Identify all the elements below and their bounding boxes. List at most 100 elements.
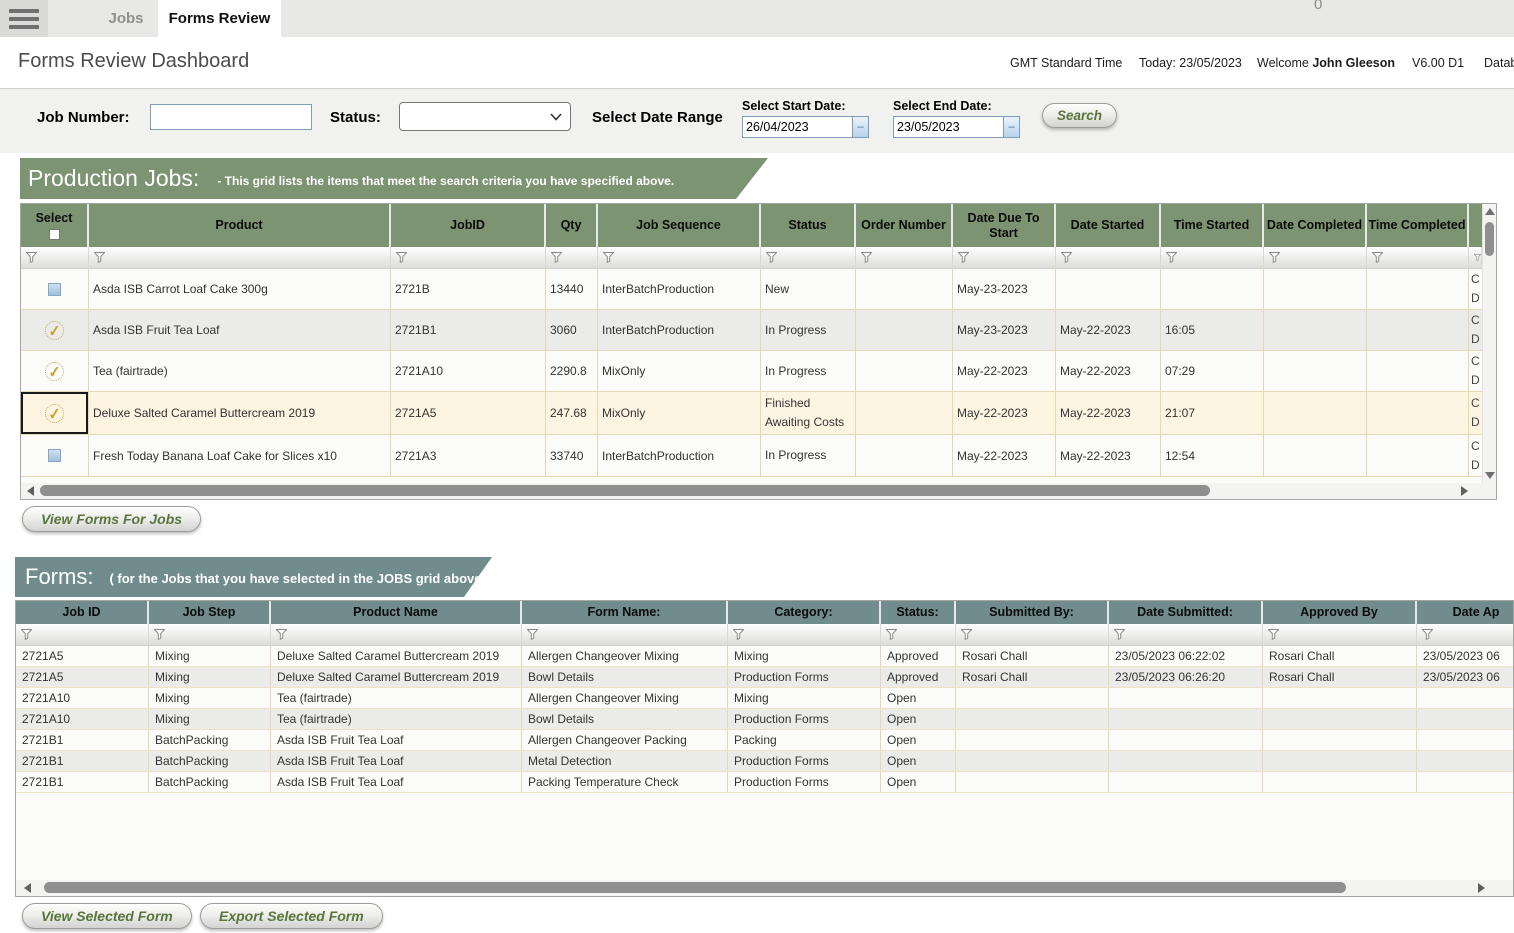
filter-cell[interactable] [598, 247, 761, 268]
row-checkbox-unchecked[interactable] [48, 283, 61, 296]
filter-funnel-icon [958, 252, 969, 263]
scroll-down-arrow[interactable] [1485, 472, 1495, 479]
filter-cell[interactable] [956, 624, 1109, 645]
filter-cell[interactable] [728, 624, 881, 645]
column-header-date-completed[interactable]: Date Completed [1264, 204, 1367, 247]
filter-cell[interactable] [546, 247, 598, 268]
select-cell[interactable] [21, 435, 89, 476]
column-header-form-name[interactable]: Form Name: [522, 601, 728, 624]
table-row[interactable]: ✓Asda ISB Fruit Tea Loaf2721B13060InterB… [21, 310, 1496, 351]
column-header-job-step[interactable]: Job Step [149, 601, 271, 624]
view-forms-for-jobs-button[interactable]: View Forms For Jobs [22, 506, 201, 532]
cell-date-due-to-start: May-23-2023 [953, 310, 1056, 350]
scroll-left-arrow[interactable] [24, 883, 31, 893]
table-row[interactable]: Asda ISB Carrot Loaf Cake 300g2721B13440… [21, 269, 1496, 310]
scroll-right-arrow[interactable] [1478, 883, 1485, 893]
column-header-submitted-by[interactable]: Submitted By: [956, 601, 1109, 624]
view-selected-form-button[interactable]: View Selected Form [22, 903, 192, 929]
horizontal-scroll-thumb[interactable] [44, 882, 1346, 893]
column-header-status[interactable]: Status [761, 204, 856, 247]
column-header-qty[interactable]: Qty [546, 204, 598, 247]
filter-cell[interactable] [522, 624, 728, 645]
start-date-input[interactable] [742, 116, 852, 138]
column-header-status[interactable]: Status: [881, 601, 956, 624]
filter-cell[interactable] [271, 624, 522, 645]
table-row[interactable]: 2721B1BatchPackingAsda ISB Fruit Tea Loa… [16, 730, 1513, 751]
column-header-product[interactable]: Product [89, 204, 391, 247]
cell-date-approved [1417, 751, 1514, 771]
table-row[interactable]: 2721A5MixingDeluxe Salted Caramel Butter… [16, 667, 1513, 688]
status-dropdown[interactable] [399, 102, 571, 131]
vertical-scroll-thumb[interactable] [1485, 222, 1494, 256]
jobs-horizontal-scrollbar[interactable] [21, 483, 1496, 499]
table-row[interactable]: ✓Tea (fairtrade)2721A102290.8MixOnlyIn P… [21, 351, 1496, 392]
forms-horizontal-scrollbar[interactable] [16, 880, 1513, 896]
scroll-right-arrow[interactable] [1461, 486, 1468, 496]
column-header-date-submitted[interactable]: Date Submitted: [1109, 601, 1263, 624]
table-row[interactable]: ✓Deluxe Salted Caramel Buttercream 20192… [21, 392, 1496, 435]
column-header-jobid[interactable]: JobID [391, 204, 546, 247]
tab-forms-review[interactable]: Forms Review [158, 0, 281, 37]
cell-product: Asda ISB Carrot Loaf Cake 300g [89, 269, 391, 309]
filter-cell[interactable] [89, 247, 391, 268]
select-cell[interactable]: ✓ [21, 351, 89, 391]
cell-clipped-column: CD [1469, 269, 1482, 309]
row-checkbox-unchecked[interactable] [48, 449, 61, 462]
select-all-checkbox[interactable] [49, 229, 60, 240]
filter-cell[interactable] [391, 247, 546, 268]
cell-product-name: Tea (fairtrade) [271, 709, 522, 729]
filter-cell[interactable] [1056, 247, 1161, 268]
filter-cell[interactable] [953, 247, 1056, 268]
scroll-up-arrow[interactable] [1485, 208, 1495, 215]
column-header-job-id[interactable]: Job ID [16, 601, 149, 624]
end-date-picker-button[interactable]: – [1003, 116, 1020, 138]
column-header-category[interactable]: Category: [728, 601, 881, 624]
end-date-input[interactable] [893, 116, 1003, 138]
column-header-date-ap[interactable]: Date Ap [1417, 601, 1514, 624]
cell-date-completed [1264, 269, 1367, 309]
filter-cell[interactable] [149, 624, 271, 645]
column-header-product-name[interactable]: Product Name [271, 601, 522, 624]
filter-cell[interactable] [16, 624, 149, 645]
filter-cell[interactable] [881, 624, 956, 645]
cell-product-name: Asda ISB Fruit Tea Loaf [271, 751, 522, 771]
cell-date-started [1056, 269, 1161, 309]
select-cell[interactable]: ✓ [21, 310, 89, 350]
horizontal-scroll-thumb[interactable] [40, 485, 1210, 496]
table-row[interactable]: Fresh Today Banana Loaf Cake for Slices … [21, 435, 1496, 477]
start-date-picker-button[interactable]: – [852, 116, 869, 138]
column-header-approved-by[interactable]: Approved By [1263, 601, 1417, 624]
export-selected-form-button[interactable]: Export Selected Form [200, 903, 383, 929]
scroll-left-arrow[interactable] [27, 486, 34, 496]
table-row[interactable]: 2721A5MixingDeluxe Salted Caramel Butter… [16, 646, 1513, 667]
select-cell[interactable]: ✓ [21, 392, 89, 434]
filter-cell[interactable] [856, 247, 953, 268]
filter-cell[interactable] [761, 247, 856, 268]
filter-cell[interactable] [1417, 624, 1514, 645]
filter-cell[interactable] [1367, 247, 1469, 268]
column-header-date-due-to-start[interactable]: Date Due To Start [953, 204, 1056, 247]
column-header-time-completed[interactable]: Time Completed [1367, 204, 1469, 247]
jobs-vertical-scrollbar[interactable] [1482, 204, 1496, 483]
table-row[interactable]: 2721A10MixingTea (fairtrade)Bowl Details… [16, 709, 1513, 730]
job-number-input[interactable] [150, 104, 312, 130]
column-header-date-started[interactable]: Date Started [1056, 204, 1161, 247]
tab-jobs[interactable]: Jobs [86, 0, 166, 37]
hamburger-menu-icon[interactable] [0, 0, 48, 37]
column-header-job-sequence[interactable]: Job Sequence [598, 204, 761, 247]
select-cell[interactable] [21, 269, 89, 309]
column-header-order-number[interactable]: Order Number [856, 204, 953, 247]
column-header-select[interactable]: Select [21, 204, 89, 247]
cell-form-name: Bowl Details [522, 709, 728, 729]
table-row[interactable]: 2721B1BatchPackingAsda ISB Fruit Tea Loa… [16, 751, 1513, 772]
table-row[interactable]: 2721B1BatchPackingAsda ISB Fruit Tea Loa… [16, 772, 1513, 793]
table-row[interactable]: 2721A10MixingTea (fairtrade)Allergen Cha… [16, 688, 1513, 709]
filter-cell[interactable] [1263, 624, 1417, 645]
filter-cell[interactable] [21, 247, 89, 268]
filter-cell[interactable] [1161, 247, 1264, 268]
filter-cell[interactable] [1264, 247, 1367, 268]
column-header-time-started[interactable]: Time Started [1161, 204, 1264, 247]
filter-cell[interactable] [1109, 624, 1263, 645]
filter-cell[interactable] [1469, 247, 1482, 268]
search-button[interactable]: Search [1042, 103, 1117, 128]
